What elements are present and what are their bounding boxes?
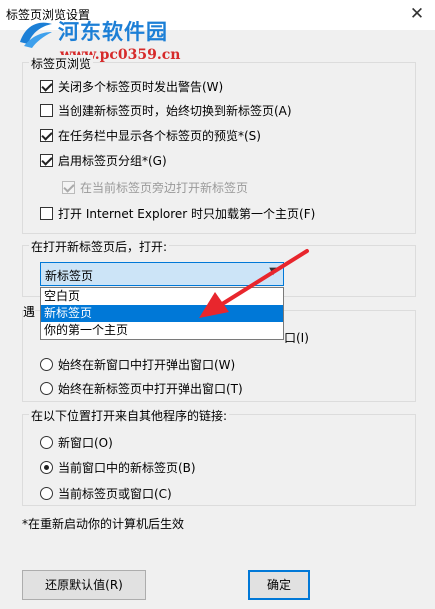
radio-button[interactable] [40,358,53,371]
checkbox-box[interactable] [40,154,53,167]
radio-label: 新窗口(O) [58,436,113,450]
radio-button[interactable] [40,382,53,395]
radio-label: 始终在新标签页中打开弹出窗口(T) [58,382,243,396]
checkbox-label: 启用标签页分组*(G) [58,154,167,168]
checkbox-label: 关闭多个标签页时发出警告(W) [58,80,224,94]
checkbox-label: 在当前标签页旁边打开新标签页 [80,181,249,195]
external-links-group-label: 在以下位置打开来自其他程序的链接: [29,407,230,424]
radio-button[interactable] [40,436,53,449]
restart-footnote: *在重新启动你的计算机后生效 [22,517,185,531]
radio-label: 当前窗口中的新标签页(B) [58,461,196,475]
radio-label: 当前标签页或窗口(C) [58,487,172,501]
dropdown-option-first-home-page[interactable]: 你的第一个主页 [41,322,283,339]
checkbox-label: 在任务栏中显示各个标签页的预览*(S) [58,129,261,143]
links-new-window-radio[interactable]: 新窗口(O) [40,434,113,451]
close-icon[interactable]: ✕ [405,3,429,25]
warn-close-multiple-tabs-checkbox[interactable]: 关闭多个标签页时发出警告(W) [40,78,223,95]
checkbox-box[interactable] [40,207,53,220]
enable-tab-groups-checkbox[interactable]: 启用标签页分组*(G) [40,152,167,169]
restore-defaults-button[interactable]: 还原默认值(R) [22,570,146,600]
ok-button[interactable]: 确定 [248,570,310,600]
links-current-tab-or-window-radio[interactable]: 当前标签页或窗口(C) [40,485,172,502]
watermark-site-name: 河东软件园 [58,19,168,44]
links-new-tab-current-window-radio[interactable]: 当前窗口中的新标签页(B) [40,459,196,476]
load-first-home-page-only-checkbox[interactable]: 打开 Internet Explorer 时只加载第一个主页(F) [40,205,315,222]
radio-button[interactable] [40,487,53,500]
radio-label: 始终在新窗口中打开弹出窗口(W) [58,358,236,372]
popups-new-window-radio[interactable]: 始终在新窗口中打开弹出窗口(W) [40,356,235,373]
checkbox-label: 打开 Internet Explorer 时只加载第一个主页(F) [58,207,316,221]
popups-group-label: 遇 [23,303,36,320]
checkbox-label: 当创建新标签页时，始终切换到新标签页(A) [58,104,292,118]
taskbar-tab-previews-checkbox[interactable]: 在任务栏中显示各个标签页的预览*(S) [40,127,261,144]
popups-first-option-suffix[interactable]: 口(I) [284,329,309,346]
switch-to-new-tab-checkbox[interactable]: 当创建新标签页时，始终切换到新标签页(A) [40,102,292,119]
open-new-tab-next-to-current-checkbox: 在当前标签页旁边打开新标签页 [62,179,248,196]
new-tab-group-label: 在打开新标签页后，打开: [29,238,170,255]
select-value: 新标签页 [45,269,94,283]
checkbox-box[interactable] [40,129,53,142]
tab-browsing-group-label: 标签页浏览 [29,55,94,72]
checkbox-box[interactable] [40,80,53,93]
popups-new-tab-radio[interactable]: 始终在新标签页中打开弹出窗口(T) [40,380,243,397]
watermark-logo-icon [20,22,52,48]
checkbox-box [62,181,75,194]
annotation-arrow-icon [199,249,309,318]
checkbox-box[interactable] [40,104,53,117]
radio-button[interactable] [40,461,53,474]
